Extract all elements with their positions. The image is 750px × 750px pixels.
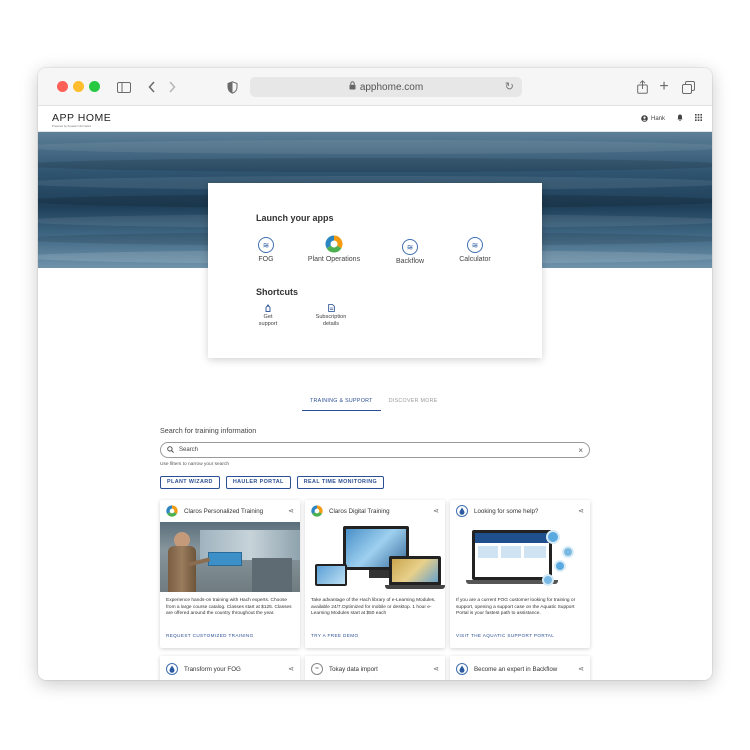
account-icon <box>641 115 648 122</box>
notifications-bell-icon[interactable] <box>677 114 683 123</box>
support-portal-link[interactable]: VISIT THE AQUATIC SUPPORT PORTAL <box>450 630 590 638</box>
content-tabs: TRAINING & SUPPORT DISCOVER MORE <box>302 398 446 411</box>
address-bar[interactable]: apphome.com ↻ <box>250 77 522 97</box>
app-label: FOG <box>258 256 274 263</box>
user-name: Hank <box>650 115 665 122</box>
minimize-window-button[interactable] <box>73 81 84 92</box>
search-title: Search for training information <box>160 426 257 435</box>
filter-chip-real-time-monitoring[interactable]: REAL TIME MONITORING <box>296 476 385 489</box>
card-backflow-expert: Become an expert in Backflow ⋖ <box>450 656 590 680</box>
card-looking-for-help: Looking for some help? ⋖ If you are a cu… <box>450 500 590 648</box>
tab-overview-icon[interactable] <box>678 77 698 97</box>
url-text: apphome.com <box>359 81 424 93</box>
support-hand-icon <box>238 304 298 314</box>
lock-icon <box>349 81 356 93</box>
water-drop-icon <box>456 505 468 517</box>
share-icon[interactable]: ⋖ <box>288 507 294 515</box>
card-description: If you are a current FOG customer lookin… <box>456 598 576 617</box>
search-input[interactable]: Search × <box>160 442 590 458</box>
app-calculator[interactable]: ≋ Calculator <box>437 237 513 263</box>
share-icon[interactable]: ⋖ <box>433 507 439 515</box>
water-drop-icon <box>456 663 468 675</box>
launch-apps-panel: Launch your apps ≋ FOG Plant Operations … <box>208 183 542 358</box>
card-description: Experience hands-on training with Hach e… <box>166 598 292 617</box>
filter-chip-plant-wizard[interactable]: PLANT WIZARD <box>160 476 220 489</box>
try-demo-link[interactable]: TRY A FREE DEMO <box>305 630 445 638</box>
zoom-window-button[interactable] <box>89 81 100 92</box>
card-digital-training: Claros Digital Training ⋖ Take advantage… <box>305 500 445 648</box>
water-drop-icon <box>166 663 178 675</box>
card-title: Transform your FOG <box>184 665 241 673</box>
forward-icon[interactable] <box>162 77 182 97</box>
card-transform-fog: Transform your FOG ⋖ <box>160 656 300 680</box>
card-tokay-data-import: ≈ Tokay data import ⋖ <box>305 656 445 680</box>
document-icon <box>301 304 361 314</box>
privacy-shield-icon[interactable] <box>222 77 242 97</box>
card-title: Claros Digital Training <box>329 507 390 515</box>
close-window-button[interactable] <box>57 81 68 92</box>
launch-title: Launch your apps <box>256 213 334 223</box>
browser-window: apphome.com ↻ + APP HOME Powered by Aqua… <box>38 68 712 680</box>
card-personalized-training: Claros Personalized Training ⋖ Experienc… <box>160 500 300 648</box>
app-plant-operations[interactable]: Plant Operations <box>296 235 372 263</box>
app-logo[interactable]: APP HOME Powered by Aquatic Informatics <box>52 112 111 128</box>
header-actions: Hank <box>641 114 702 123</box>
shortcut-label-line2: details <box>322 320 340 327</box>
claros-logo-icon <box>166 505 178 517</box>
app-header: APP HOME Powered by Aquatic Informatics … <box>38 106 712 132</box>
share-icon[interactable]: ⋖ <box>578 665 584 673</box>
support-portal-image <box>450 522 590 592</box>
clear-search-icon[interactable]: × <box>578 446 583 455</box>
filter-chip-hauler-portal[interactable]: HAULER PORTAL <box>225 476 291 489</box>
back-icon[interactable] <box>142 77 162 97</box>
water-waves-icon: ≋ <box>258 237 274 253</box>
logo-title: APP HOME <box>52 112 112 124</box>
search-placeholder: Search <box>179 447 199 453</box>
share-icon[interactable]: ⋖ <box>433 665 439 673</box>
training-photo <box>160 522 300 592</box>
sidebar-toggle-icon[interactable] <box>114 77 134 97</box>
share-icon[interactable]: ⋖ <box>578 507 584 515</box>
new-tab-icon[interactable]: + <box>654 77 674 97</box>
card-title: Claros Personalized Training <box>184 507 264 515</box>
card-title: Looking for some help? <box>474 507 539 515</box>
tab-discover-more[interactable]: DISCOVER MORE <box>381 398 446 411</box>
search-icon <box>167 445 174 455</box>
card-header: Claros Digital Training ⋖ <box>305 500 445 522</box>
tokay-logo-icon: ≈ <box>311 663 323 675</box>
water-waves-icon: ≋ <box>402 239 418 255</box>
claros-logo-icon <box>311 505 323 517</box>
app-grid-icon[interactable] <box>695 114 702 123</box>
request-training-link[interactable]: REQUEST CUSTOMIZED TRAINING <box>160 630 300 638</box>
app-fog[interactable]: ≋ FOG <box>228 237 304 263</box>
browser-toolbar: apphome.com ↻ + <box>38 68 712 106</box>
plant-operations-logo-icon <box>325 235 343 253</box>
card-description: Take advantage of the Hach library of e-… <box>311 598 436 617</box>
shortcut-get-support[interactable]: Get support <box>238 304 298 327</box>
card-title: Become an expert in Backflow <box>474 665 558 673</box>
shortcut-subscription-details[interactable]: Subscription details <box>301 304 361 327</box>
shortcuts-title: Shortcuts <box>256 287 299 297</box>
card-header: Claros Personalized Training ⋖ <box>160 500 300 522</box>
devices-image <box>305 522 445 592</box>
water-waves-icon: ≋ <box>467 237 483 253</box>
shortcut-label-line2: support <box>258 320 278 327</box>
share-icon[interactable] <box>632 77 652 97</box>
card-title: Tokay data import <box>329 665 378 673</box>
logo-subtitle: Powered by Aquatic Informatics <box>52 124 92 128</box>
app-label: Plant Operations <box>307 256 361 263</box>
tab-training-support[interactable]: TRAINING & SUPPORT <box>302 398 381 411</box>
app-label: Calculator <box>459 256 491 263</box>
reload-icon[interactable]: ↻ <box>505 80 514 93</box>
filter-chips: PLANT WIZARD HAULER PORTAL REAL TIME MON… <box>160 476 385 489</box>
card-header: Looking for some help? ⋖ <box>450 500 590 522</box>
share-icon[interactable]: ⋖ <box>288 665 294 673</box>
search-hint: Use filters to narrow your search <box>160 462 230 467</box>
user-menu[interactable]: Hank <box>641 115 665 122</box>
